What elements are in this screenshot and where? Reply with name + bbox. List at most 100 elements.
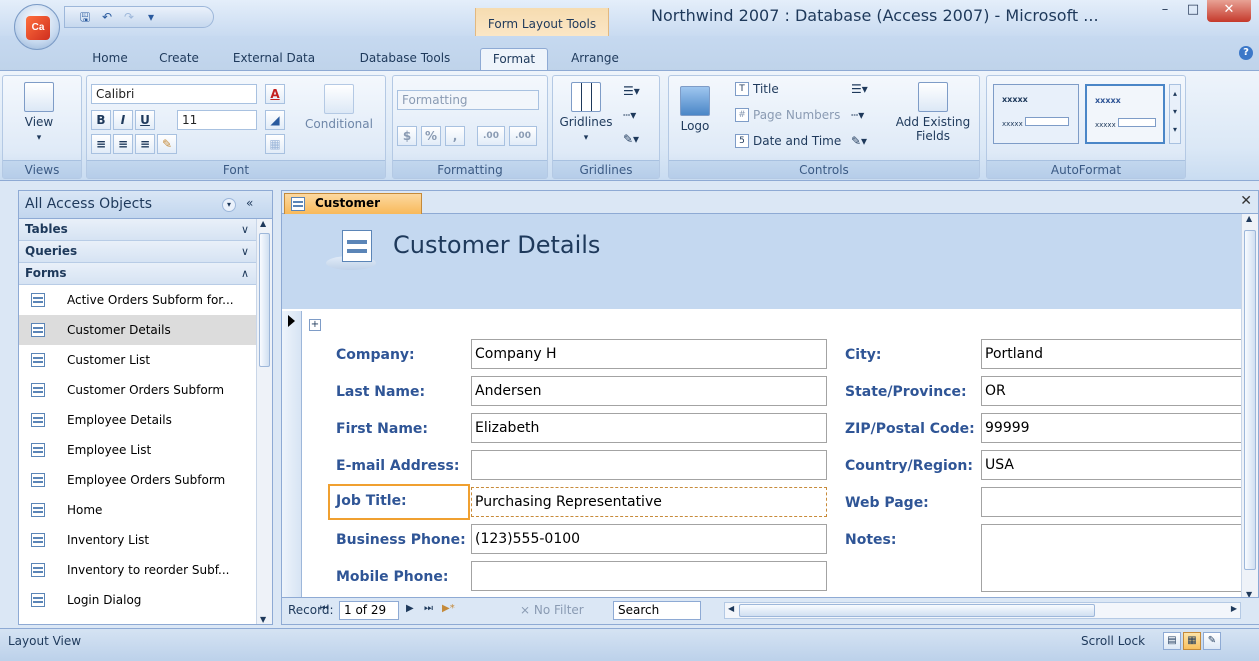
page-numbers-button[interactable]: # Page Numbers <box>735 108 840 122</box>
increase-decimals-button[interactable]: .00 <box>477 126 505 146</box>
close-document-icon[interactable]: ✕ <box>1240 193 1252 209</box>
scroll-left-icon[interactable]: ◀ <box>728 604 734 613</box>
nav-item-employee-orders-subform[interactable]: Employee Orders Subform <box>19 465 257 495</box>
maximize-button[interactable]: □ <box>1179 0 1207 22</box>
label-email-address[interactable]: E-mail Address: <box>336 458 459 474</box>
nav-item-customer-details[interactable]: Customer Details <box>19 315 257 345</box>
gridlines-color-icon[interactable]: ▦ <box>265 134 285 154</box>
tab-create[interactable]: Create <box>152 48 206 71</box>
title-button[interactable]: T Title <box>735 82 779 96</box>
form-title[interactable]: Customer Details <box>393 231 600 259</box>
first-record-icon[interactable]: ⏮ <box>320 603 329 614</box>
email-field[interactable] <box>471 450 827 480</box>
nav-item-home[interactable]: Home <box>19 495 257 525</box>
align-right-icon[interactable]: ≡ <box>135 134 155 154</box>
notes-field[interactable] <box>981 524 1242 592</box>
nav-pane-scrollbar[interactable]: ▲ ▼ <box>256 219 272 624</box>
nav-menu-icon[interactable]: ▾ <box>222 198 236 212</box>
comma-button[interactable]: , <box>445 126 465 146</box>
line-type-icon[interactable]: ┄▾ <box>851 108 864 122</box>
form-view-button[interactable]: ▤ <box>1163 632 1181 650</box>
save-icon[interactable]: 🖫 <box>77 10 93 24</box>
city-field[interactable]: Portland <box>981 339 1242 369</box>
align-left-icon[interactable]: ≡ <box>91 134 111 154</box>
underline-button[interactable]: U <box>135 110 155 130</box>
gridline-width-icon[interactable]: ☰▾ <box>623 84 640 98</box>
form-horizontal-scrollbar[interactable]: ◀ ▶ <box>724 602 1241 619</box>
business-phone-field[interactable]: (123)555-0100 <box>471 524 827 554</box>
label-last-name[interactable]: Last Name: <box>336 384 425 400</box>
state-province-field[interactable]: OR <box>981 376 1242 406</box>
label-web-page[interactable]: Web Page: <box>845 495 929 511</box>
nav-item-inventory-reorder-subform[interactable]: Inventory to reorder Subf... <box>19 555 257 585</box>
document-tab[interactable]: Customer Details1 <box>284 193 422 229</box>
tab-home[interactable]: Home <box>87 48 133 71</box>
label-mobile-phone[interactable]: Mobile Phone: <box>336 569 448 585</box>
filter-status[interactable]: ⨯ No Filter <box>520 603 584 617</box>
tab-database-tools[interactable]: Database Tools <box>346 48 464 71</box>
collapse-pane-icon[interactable]: « <box>246 196 253 210</box>
layout-move-handle-icon[interactable]: + <box>309 319 321 331</box>
decrease-decimals-button[interactable]: .00 <box>509 126 537 146</box>
customize-qat-icon[interactable]: ▾ <box>143 10 159 24</box>
nav-pane-header[interactable]: All Access Objects ▾ « <box>19 191 272 219</box>
label-job-title[interactable]: Job Title: <box>328 484 470 520</box>
layout-view-button[interactable]: ▦ <box>1183 632 1201 650</box>
font-name-combo[interactable]: Calibri <box>91 84 257 104</box>
new-record-icon[interactable]: ▶* <box>442 603 455 614</box>
job-title-field[interactable]: Purchasing Representative <box>471 487 827 517</box>
redo-icon[interactable]: ↷ <box>121 10 137 24</box>
autoformat-sample-1[interactable]: xxxxx xxxxx <box>993 84 1079 144</box>
help-icon[interactable]: ? <box>1239 46 1253 60</box>
nav-item-customer-list[interactable]: Customer List <box>19 345 257 375</box>
line-color-icon[interactable]: ✎▾ <box>851 134 867 148</box>
autoformat-scroll[interactable]: ▴ ▾ ▾ <box>1169 84 1181 144</box>
company-field[interactable]: Company H <box>471 339 827 369</box>
label-zip-postal-code[interactable]: ZIP/Postal Code: <box>845 421 975 437</box>
category-queries[interactable]: Queries ∨ <box>19 241 257 263</box>
autoformat-sample-2[interactable]: xxxxx xxxxx <box>1085 84 1165 144</box>
close-button[interactable]: ✕ <box>1207 0 1251 22</box>
design-view-button[interactable]: ✎ <box>1203 632 1221 650</box>
category-forms[interactable]: Forms ∧ <box>19 263 257 285</box>
label-notes[interactable]: Notes: <box>845 532 896 548</box>
date-time-button[interactable]: 5 Date and Time <box>735 134 841 148</box>
view-button[interactable]: View ▾ <box>13 82 65 145</box>
label-state-province[interactable]: State/Province: <box>845 384 967 400</box>
gridline-style-icon[interactable]: ┄▾ <box>623 108 636 122</box>
gridlines-button[interactable]: Gridlines ▾ <box>557 82 615 145</box>
label-company[interactable]: Company: <box>336 347 415 363</box>
record-position-input[interactable]: 1 of 29 <box>339 601 399 620</box>
add-existing-fields-button[interactable]: Add Existing Fields <box>891 82 975 143</box>
record-search-input[interactable]: Search <box>613 601 701 620</box>
nav-item-employee-details[interactable]: Employee Details <box>19 405 257 435</box>
office-button[interactable]: Ca <box>14 4 60 50</box>
currency-icon[interactable]: $ <box>397 126 417 146</box>
nav-item-customer-orders-subform[interactable]: Customer Orders Subform <box>19 375 257 405</box>
next-record-icon[interactable]: ▶ <box>406 603 414 614</box>
nav-item-employee-list[interactable]: Employee List <box>19 435 257 465</box>
minimize-button[interactable]: – <box>1151 0 1179 22</box>
nav-scroll-thumb[interactable] <box>259 233 270 367</box>
scroll-up-icon[interactable]: ▲ <box>260 219 266 228</box>
scroll-right-icon[interactable]: ▶ <box>1231 604 1237 613</box>
last-record-icon[interactable]: ⏭ <box>424 603 433 614</box>
nav-item-inventory-list[interactable]: Inventory List <box>19 525 257 555</box>
first-name-field[interactable]: Elizabeth <box>471 413 827 443</box>
country-region-field[interactable]: USA <box>981 450 1242 480</box>
form-scroll-thumb[interactable] <box>1244 230 1256 570</box>
percent-button[interactable]: % <box>421 126 441 146</box>
zip-postal-code-field[interactable]: 99999 <box>981 413 1242 443</box>
format-combo[interactable]: Formatting <box>397 90 539 110</box>
gridline-color-icon[interactable]: ✎▾ <box>623 132 639 146</box>
nav-item-login-dialog[interactable]: Login Dialog <box>19 585 257 615</box>
tab-format[interactable]: Format <box>480 48 548 71</box>
tab-arrange[interactable]: Arrange <box>560 48 630 71</box>
label-business-phone[interactable]: Business Phone: <box>336 532 466 548</box>
label-first-name[interactable]: First Name: <box>336 421 428 437</box>
bold-button[interactable]: B <box>91 110 111 130</box>
undo-icon[interactable]: ↶ <box>99 10 115 24</box>
tab-external-data[interactable]: External Data <box>224 48 324 71</box>
italic-button[interactable]: I <box>113 110 133 130</box>
scroll-down-icon[interactable]: ▼ <box>260 615 266 624</box>
